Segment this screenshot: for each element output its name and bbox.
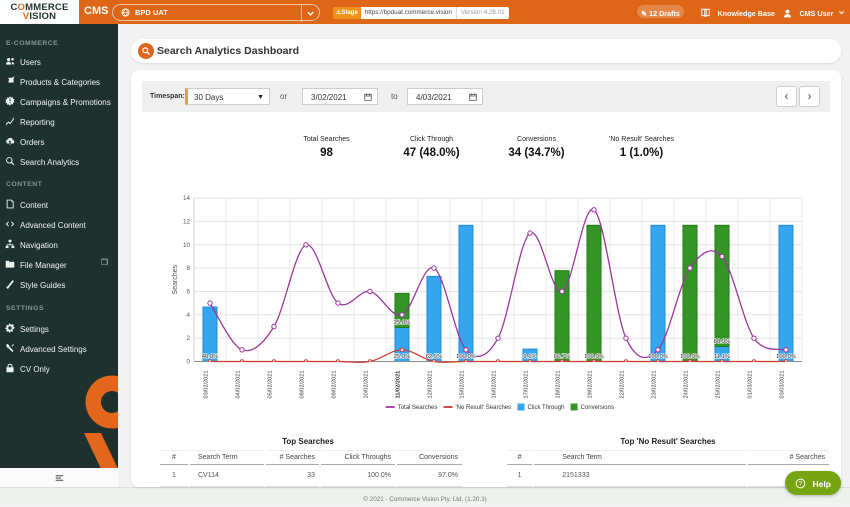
- svg-text:'No Result' Searches: 'No Result' Searches: [456, 405, 512, 411]
- svg-text:6: 6: [186, 289, 190, 296]
- svg-text:11.1%: 11.1%: [714, 354, 730, 360]
- svg-text:2: 2: [186, 335, 190, 342]
- svg-text:05/02/2021: 05/02/2021: [267, 371, 273, 399]
- svg-text:?: ?: [799, 481, 803, 488]
- svg-text:10: 10: [183, 242, 191, 249]
- svg-text:8: 8: [186, 265, 190, 272]
- svg-text:9.1%: 9.1%: [523, 354, 536, 360]
- svg-text:03/03/2021: 03/03/2021: [779, 371, 785, 399]
- svg-text:40.0%: 40.0%: [202, 354, 218, 360]
- svg-text:11/02/2021: 11/02/2021: [395, 371, 401, 399]
- svg-text:100.0%: 100.0%: [584, 354, 604, 360]
- svg-text:17/02/2021: 17/02/2021: [523, 371, 529, 399]
- svg-text:24/02/2021: 24/02/2021: [683, 371, 689, 399]
- svg-text:12/02/2021: 12/02/2021: [427, 371, 433, 399]
- svg-text:Total Searches: Total Searches: [398, 405, 438, 411]
- svg-text:01/03/2021: 01/03/2021: [747, 371, 753, 399]
- svg-text:08/02/2021: 08/02/2021: [299, 371, 305, 399]
- svg-text:14: 14: [183, 195, 191, 202]
- svg-text:Conversions: Conversions: [581, 405, 614, 411]
- svg-text:16/02/2021: 16/02/2021: [491, 371, 497, 399]
- svg-text:100.0%: 100.0%: [776, 354, 796, 360]
- svg-text:12: 12: [183, 218, 191, 225]
- svg-text:100.0%: 100.0%: [456, 354, 476, 360]
- svg-text:88.9%: 88.9%: [714, 339, 730, 345]
- svg-text:25.0%: 25.0%: [394, 354, 410, 360]
- svg-text:25.0%: 25.0%: [394, 320, 410, 326]
- svg-text:18/02/2021: 18/02/2021: [555, 371, 561, 399]
- svg-text:0: 0: [186, 359, 190, 366]
- svg-text:66.7%: 66.7%: [554, 354, 570, 360]
- svg-text:03/02/2021: 03/02/2021: [203, 371, 209, 399]
- svg-text:100.0%: 100.0%: [680, 354, 700, 360]
- svg-text:62.5%: 62.5%: [426, 354, 442, 360]
- svg-text:19/02/2021: 19/02/2021: [587, 371, 593, 399]
- svg-text:100.0%: 100.0%: [648, 354, 668, 360]
- svg-text:09/02/2021: 09/02/2021: [331, 371, 337, 399]
- svg-text:10/02/2021: 10/02/2021: [363, 371, 369, 399]
- svg-text:15/02/2021: 15/02/2021: [459, 371, 465, 399]
- svg-text:23/02/2021: 23/02/2021: [651, 371, 657, 399]
- svg-text:Searches: Searches: [172, 265, 179, 295]
- svg-text:04/02/2021: 04/02/2021: [235, 371, 241, 399]
- svg-text:Click Through: Click Through: [528, 405, 565, 411]
- svg-text:4: 4: [186, 312, 190, 319]
- svg-text:25/02/2021: 25/02/2021: [715, 371, 721, 399]
- svg-text:22/02/2021: 22/02/2021: [619, 371, 625, 399]
